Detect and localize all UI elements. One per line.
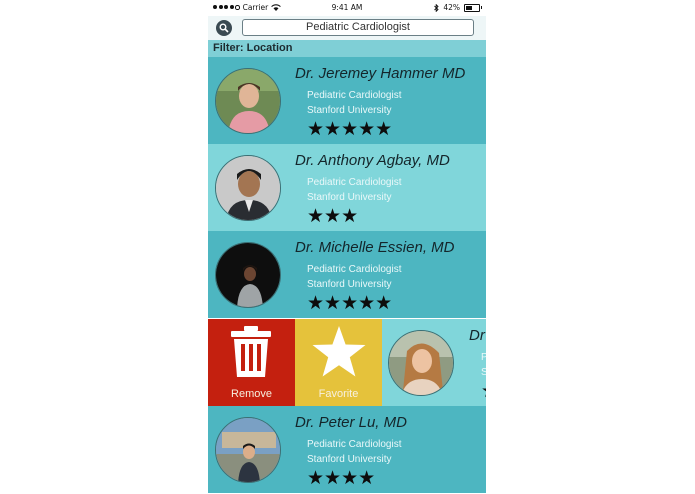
search-bar bbox=[208, 16, 486, 40]
bluetooth-icon bbox=[434, 3, 439, 12]
doctor-avatar bbox=[215, 155, 281, 221]
doctor-specialty: Pediatric Cardiologist bbox=[307, 439, 402, 450]
doctor-specialty: Pediatric Cardiologist bbox=[307, 90, 402, 101]
doctor-avatar bbox=[215, 68, 281, 134]
battery-icon bbox=[464, 3, 482, 12]
doctor-avatar bbox=[215, 242, 281, 308]
doctor-name: Dr. Jeremey Hammer MD bbox=[295, 65, 466, 82]
remove-label: Remove bbox=[231, 388, 272, 400]
doctor-specialty: Pediatric Cardiologist bbox=[307, 264, 402, 275]
doctor-institution: Stanford University bbox=[307, 105, 392, 116]
search-input[interactable] bbox=[242, 19, 474, 36]
phone-screen: Carrier 9:41 AM 42% Filter: Location bbox=[208, 0, 486, 494]
doctor-card[interactable]: Dr. Anthony Agbay, MD Pediatric Cardiolo… bbox=[208, 144, 486, 231]
doctor-card[interactable]: Dr. Michelle Essien, MD Pediatric Cardio… bbox=[208, 231, 486, 318]
status-bar: Carrier 9:41 AM 42% bbox=[208, 0, 486, 16]
doctor-name: Dr bbox=[469, 327, 485, 344]
doctor-name: Dr. Anthony Agbay, MD bbox=[295, 152, 450, 169]
filter-label: Filter: Location bbox=[213, 42, 293, 54]
doctor-name: Dr. Michelle Essien, MD bbox=[295, 239, 455, 256]
doctor-name: Dr. Peter Lu, MD bbox=[295, 414, 407, 431]
rating-stars: ★★★★★ bbox=[307, 118, 393, 140]
rating-stars: ★★★★ bbox=[307, 467, 376, 489]
rating-stars: ★★★ bbox=[307, 205, 359, 227]
doctor-avatar bbox=[388, 330, 454, 396]
doctor-institution: Stanford University bbox=[307, 192, 392, 203]
doctor-institution: S bbox=[481, 367, 486, 378]
doctor-specialty: Pediatric Cardiologist bbox=[307, 177, 402, 188]
remove-button[interactable]: Remove bbox=[208, 319, 295, 406]
doctor-card[interactable]: Dr. Jeremey Hammer MD Pediatric Cardiolo… bbox=[208, 57, 486, 144]
filter-bar[interactable]: Filter: Location bbox=[208, 40, 486, 57]
doctor-card-swiped[interactable]: Remove Favorite Dr P S ★ bbox=[208, 319, 486, 406]
doctor-institution: Stanford University bbox=[307, 454, 392, 465]
favorite-button[interactable]: Favorite bbox=[295, 319, 382, 406]
doctor-avatar bbox=[215, 417, 281, 483]
search-icon[interactable] bbox=[216, 20, 232, 36]
doctor-card[interactable]: Dr. Peter Lu, MD Pediatric Cardiologist … bbox=[208, 406, 486, 493]
star-icon bbox=[312, 326, 366, 377]
battery-percent: 42% bbox=[443, 3, 460, 12]
doctor-specialty: P bbox=[481, 352, 486, 363]
rating-stars: ★ bbox=[481, 381, 486, 401]
rating-stars: ★★★★★ bbox=[307, 292, 393, 314]
favorite-label: Favorite bbox=[318, 388, 359, 400]
trash-icon bbox=[231, 326, 271, 377]
doctor-institution: Stanford University bbox=[307, 279, 392, 290]
